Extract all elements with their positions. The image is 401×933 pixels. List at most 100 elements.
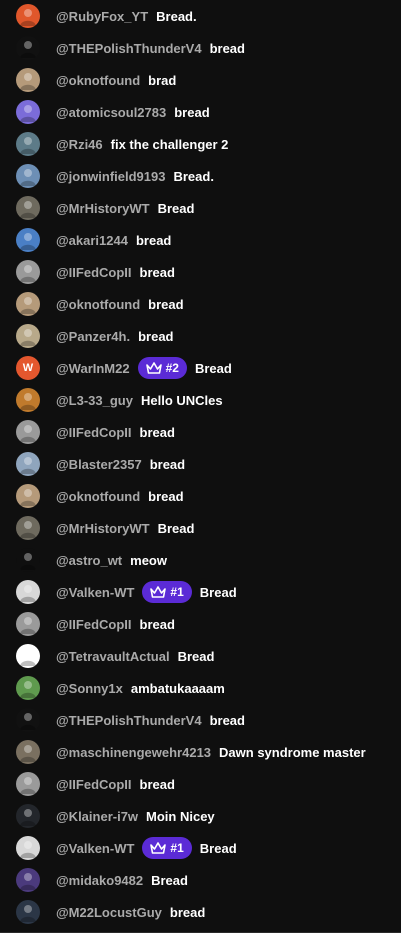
chat-message[interactable]: W @WarInM22 #2 Bread [0, 352, 401, 384]
author-name[interactable]: @Panzer4h. [56, 329, 130, 344]
author-name[interactable]: @maschinengewehr4213 [56, 745, 211, 760]
author-name[interactable]: @WarInM22 [56, 361, 130, 376]
dog-avatar-icon[interactable] [16, 484, 40, 508]
message-text: fix the challenger 2 [110, 136, 229, 152]
anime-avatar-icon[interactable] [16, 868, 40, 892]
message-text: Hello UNCles [140, 392, 223, 408]
chat-message[interactable]: @Klainer-i7w Moin Nicey [0, 800, 401, 832]
author-name[interactable]: @Blaster2357 [56, 457, 142, 472]
author-name[interactable]: @jonwinfield9193 [56, 169, 165, 184]
thunder-avatar-icon[interactable] [16, 36, 40, 60]
soldier-avatar-icon[interactable] [16, 516, 40, 540]
author-name[interactable]: @IIFedCopII [56, 425, 132, 440]
message-content: @Rzi46 fix the challenger 2 [56, 128, 228, 160]
chat-message[interactable]: @MrHistoryWT Bread [0, 512, 401, 544]
machine-gun-avatar-icon[interactable] [16, 740, 40, 764]
author-name[interactable]: @MrHistoryWT [56, 201, 150, 216]
author-name[interactable]: @akari1244 [56, 233, 128, 248]
car-avatar-icon[interactable] [16, 420, 40, 444]
author-name[interactable]: @oknotfound [56, 489, 140, 504]
author-name[interactable]: @midako9482 [56, 873, 143, 888]
author-name[interactable]: @IIFedCopII [56, 265, 132, 280]
chat-message[interactable]: @akari1244 bread [0, 224, 401, 256]
astro-logo-avatar-icon[interactable] [16, 548, 40, 572]
author-name[interactable]: @IIFedCopII [56, 777, 132, 792]
author-name[interactable]: @RubyFox_YT [56, 9, 148, 24]
author-name[interactable]: @Valken-WT [56, 585, 134, 600]
author-name[interactable]: @TetravaultActual [56, 649, 170, 664]
chat-message[interactable]: @oknotfound bread [0, 288, 401, 320]
message-content: @Valken-WT #1 Bread [56, 832, 237, 864]
live-chat-list: @RubyFox_YT Bread. @THEPolishThunderV4 brea… [0, 0, 401, 933]
chat-message[interactable]: @Valken-WT #1 Bread [0, 832, 401, 864]
chat-message[interactable]: @M22LocustGuy bread [0, 896, 401, 928]
chat-message[interactable]: @RubyFox_YT Bread. [0, 0, 401, 32]
dog-avatar-icon[interactable] [16, 292, 40, 316]
message-content: @Sonny1x ambatukaaaam [56, 672, 225, 704]
chat-message[interactable]: @IIFedCopII bread [0, 416, 401, 448]
message-text: bread [139, 424, 175, 440]
author-name[interactable]: @Sonny1x [56, 681, 123, 696]
chat-message[interactable]: @Rzi46 fix the challenger 2 [0, 128, 401, 160]
tank-avatar-icon[interactable] [16, 676, 40, 700]
thunder-avatar-icon[interactable] [16, 708, 40, 732]
dark-avatar-icon[interactable] [16, 804, 40, 828]
chat-message[interactable]: @TetravaultActual Bread [0, 640, 401, 672]
chat-message[interactable]: @oknotfound bread [0, 480, 401, 512]
author-name[interactable]: @M22LocustGuy [56, 905, 162, 920]
author-name[interactable]: @THEPolishThunderV4 [56, 41, 202, 56]
author-name[interactable]: @oknotfound [56, 297, 140, 312]
author-name[interactable]: @oknotfound [56, 73, 140, 88]
chat-message[interactable]: @Sonny1x ambatukaaaam [0, 672, 401, 704]
message-text: Moin Nicey [146, 808, 215, 824]
car-avatar-icon[interactable] [16, 260, 40, 284]
chat-message[interactable]: @midako9482 Bread [0, 864, 401, 896]
plane-avatar-icon[interactable] [16, 452, 40, 476]
message-text: bread [138, 328, 174, 344]
jet-avatar-icon[interactable] [16, 164, 40, 188]
author-name[interactable]: @THEPolishThunderV4 [56, 713, 202, 728]
tank-avatar-icon[interactable] [16, 324, 40, 348]
chat-message[interactable]: @jonwinfield9193 Bread. [0, 160, 401, 192]
skull-avatar-icon[interactable] [16, 100, 40, 124]
locust-avatar-icon[interactable] [16, 900, 40, 924]
car-avatar-icon[interactable] [16, 612, 40, 636]
chat-message[interactable]: @THEPolishThunderV4 bread [0, 704, 401, 736]
message-content: @astro_wt meow [56, 544, 167, 576]
emblem-avatar-icon[interactable] [16, 836, 40, 860]
author-name[interactable]: @Klainer-i7w [56, 809, 138, 824]
tetravault-logo-avatar-icon[interactable] [16, 644, 40, 668]
author-name[interactable]: @IIFedCopII [56, 617, 132, 632]
dog-avatar-icon[interactable] [16, 68, 40, 92]
chat-message[interactable]: @L3-33_guy Hello UNCles [0, 384, 401, 416]
chat-message[interactable]: @THEPolishThunderV4 bread [0, 32, 401, 64]
chat-message[interactable]: @maschinengewehr4213 Dawn syndrome master [0, 736, 401, 768]
letter-w-avatar[interactable]: W [16, 356, 40, 380]
author-name[interactable]: @Valken-WT [56, 841, 134, 856]
chat-message[interactable]: @Blaster2357 bread [0, 448, 401, 480]
anime-avatar-icon[interactable] [16, 228, 40, 252]
soldier-avatar-icon[interactable] [16, 196, 40, 220]
chat-message[interactable]: @oknotfound brad [0, 64, 401, 96]
author-name[interactable]: @Rzi46 [56, 137, 103, 152]
chat-message[interactable]: @Valken-WT #1 Bread [0, 576, 401, 608]
author-name[interactable]: @L3-33_guy [56, 393, 133, 408]
author-name[interactable]: @atomicsoul2783 [56, 105, 166, 120]
tank-avatar-icon[interactable] [16, 132, 40, 156]
message-content: @IIFedCopII bread [56, 768, 175, 800]
author-name[interactable]: @MrHistoryWT [56, 521, 150, 536]
chat-message[interactable]: @IIFedCopII bread [0, 768, 401, 800]
chat-message[interactable]: @IIFedCopII bread [0, 608, 401, 640]
chat-message[interactable]: @MrHistoryWT Bread [0, 192, 401, 224]
rank-badge-label: #1 [170, 585, 184, 599]
emblem-avatar-icon[interactable] [16, 580, 40, 604]
tankette-avatar-icon[interactable] [16, 388, 40, 412]
chat-message[interactable]: @atomicsoul2783 bread [0, 96, 401, 128]
message-text: bread [148, 296, 184, 312]
fox-avatar-icon[interactable] [16, 4, 40, 28]
chat-message[interactable]: @Panzer4h. bread [0, 320, 401, 352]
car-avatar-icon[interactable] [16, 772, 40, 796]
chat-message[interactable]: @astro_wt meow [0, 544, 401, 576]
chat-message[interactable]: @IIFedCopII bread [0, 256, 401, 288]
author-name[interactable]: @astro_wt [56, 553, 122, 568]
